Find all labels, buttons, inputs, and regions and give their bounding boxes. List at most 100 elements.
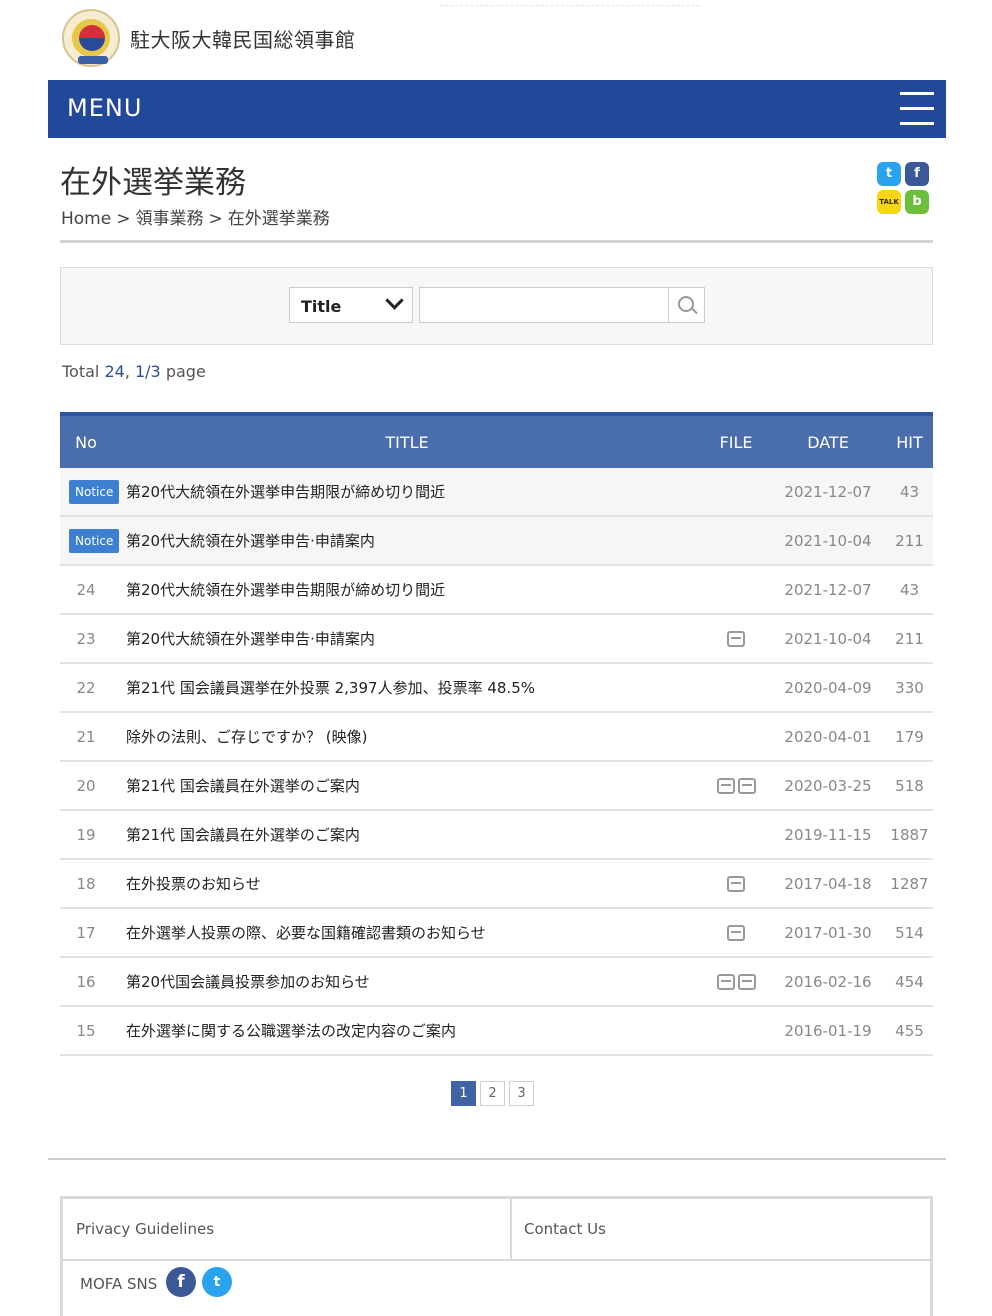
date-cell: 2021-12-07 [784, 580, 872, 599]
top-faint-strip [440, 0, 700, 6]
file-cell [702, 630, 770, 647]
hamburger-menu-icon[interactable] [900, 92, 934, 126]
no-cell: Notice [60, 479, 126, 504]
kakaotalk-icon[interactable]: TALK [877, 190, 901, 214]
hit-cell: 330 [895, 678, 924, 697]
no-cell: 21 [76, 727, 96, 746]
pagination: 123 [451, 1081, 534, 1106]
no-cell: 17 [76, 923, 96, 942]
privacy-link[interactable]: Privacy Guidelines [76, 1220, 214, 1238]
hit-cell: 454 [895, 972, 924, 991]
hit-cell: 455 [895, 1021, 924, 1040]
post-title-link[interactable]: 第21代 国会議員在外選挙のご案内 [112, 775, 702, 796]
post-title-link[interactable]: 在外投票のお知らせ [112, 873, 702, 894]
hit-cell: 1287 [890, 874, 929, 893]
file-icon[interactable] [727, 924, 745, 941]
no-cell: 20 [76, 776, 96, 795]
header-hit: HIT [896, 432, 923, 452]
page-button[interactable]: 3 [509, 1081, 534, 1106]
table-header: No TITLE FILE DATE HIT [60, 412, 933, 468]
post-title-link[interactable]: 第20代大統領在外選挙申告期限が締め切り間近 [126, 481, 702, 502]
no-cell: 23 [76, 629, 96, 648]
post-title-link[interactable]: 第21代 国会議員選挙在外投票 2,397人参加、投票率 48.5% [112, 677, 702, 698]
post-title-link[interactable]: 第21代 国会議員在外選挙のご案内 [112, 824, 702, 845]
title-divider [60, 240, 933, 243]
twitter-icon[interactable]: t [877, 162, 901, 186]
sns-label: MOFA SNS [80, 1275, 158, 1293]
date-cell: 2021-12-07 [784, 482, 872, 501]
header-title: TITLE [385, 432, 429, 452]
file-icon[interactable] [727, 630, 745, 647]
no-cell: Notice [60, 528, 126, 553]
no-cell: 18 [76, 874, 96, 893]
select-value: Title [301, 297, 342, 316]
kakaostory-icon[interactable]: b [905, 190, 929, 214]
facebook-icon[interactable]: f [905, 162, 929, 186]
table-row[interactable]: 15 在外選挙に関する公職選挙法の改定内容のご案内 2016-01-19 455 [60, 1007, 933, 1056]
breadcrumb: Home > 領事業務 > 在外選挙業務 [61, 204, 335, 229]
notice-row[interactable]: Notice 第20代大統領在外選挙申告期限が締め切り間近 2021-12-07 43 [60, 468, 933, 517]
contact-link[interactable]: Contact Us [524, 1220, 606, 1238]
post-title-link[interactable]: 在外選挙人投票の際、必要な国籍確認書類のお知らせ [112, 922, 702, 943]
post-title-link[interactable]: 在外選挙に関する公職選挙法の改定内容のご案内 [112, 1020, 702, 1041]
notice-badge: Notice [69, 528, 120, 553]
page-title: 在外選挙業務 [60, 165, 246, 201]
korea-emblem-icon [62, 9, 120, 67]
table-row[interactable]: 19 第21代 国会議員在外選挙のご案内 2019-11-15 1887 [60, 811, 933, 860]
table-row[interactable]: 24 第20代大統領在外選挙申告期限が締め切り間近 2021-12-07 43 [60, 566, 933, 615]
footer-divider [48, 1158, 946, 1160]
header-file: FILE [719, 432, 753, 452]
notice-row[interactable]: Notice 第20代大統領在外選挙申告·申請案内 2021-10-04 211 [60, 517, 933, 566]
date-cell: 2020-04-09 [784, 678, 872, 697]
search-button[interactable] [668, 287, 705, 323]
post-title-link[interactable]: 第20代国会議員投票参加のお知らせ [112, 971, 702, 992]
search-panel: Title [60, 267, 933, 345]
no-cell: 24 [76, 580, 96, 599]
file-icon[interactable] [737, 777, 756, 794]
table-row[interactable]: 17 在外選挙人投票の際、必要な国籍確認書類のお知らせ 2017-01-30 514 [60, 909, 933, 958]
hit-cell: 514 [895, 923, 924, 942]
file-icon[interactable] [716, 973, 735, 990]
file-icon[interactable] [737, 973, 756, 990]
date-cell: 2017-01-30 [784, 923, 872, 942]
table-row[interactable]: 18 在外投票のお知らせ 2017-04-18 1287 [60, 860, 933, 909]
table-row[interactable]: 22 第21代 国会議員選挙在外投票 2,397人参加、投票率 48.5% 2020… [60, 664, 933, 713]
no-cell: 19 [76, 825, 96, 844]
date-cell: 2016-02-16 [784, 972, 872, 991]
site-logo-link[interactable]: 駐大阪大韓民国総領事館 [62, 8, 356, 68]
header-date: DATE [807, 432, 849, 452]
menu-bar[interactable]: MENU [48, 80, 946, 138]
search-field-select[interactable]: Title [289, 287, 413, 323]
table-row[interactable]: 20 第21代 国会議員在外選挙のご案内 2020-03-25 518 [60, 762, 933, 811]
share-buttons: t f TALK b [877, 162, 933, 214]
menu-label: MENU [67, 94, 143, 122]
page-button[interactable]: 1 [451, 1081, 476, 1106]
file-cell [702, 875, 770, 892]
hit-cell: 518 [895, 776, 924, 795]
post-title-link[interactable]: 第20代大統領在外選挙申告·申請案内 [112, 628, 702, 649]
table-row[interactable]: 16 第20代国会議員投票参加のお知らせ 2016-02-16 454 [60, 958, 933, 1007]
post-title-link[interactable]: 第20代大統領在外選挙申告·申請案内 [126, 530, 702, 551]
file-cell [702, 973, 770, 990]
date-cell: 2021-10-04 [784, 531, 872, 550]
hit-cell: 211 [895, 629, 924, 648]
file-icon[interactable] [716, 777, 735, 794]
date-cell: 2020-04-01 [784, 727, 872, 746]
table-row[interactable]: 21 除外の法則、ご存じですか？ (映像) 2020-04-01 179 [60, 713, 933, 762]
breadcrumb-consular[interactable]: 領事業務 [135, 209, 203, 229]
table-row[interactable]: 23 第20代大統領在外選挙申告·申請案内 2021-10-04 211 [60, 615, 933, 664]
file-icon[interactable] [727, 875, 745, 892]
no-cell: 16 [76, 972, 96, 991]
facebook-icon[interactable]: f [166, 1267, 196, 1297]
breadcrumb-home[interactable]: Home [61, 209, 111, 229]
search-input[interactable] [419, 287, 669, 323]
no-cell: 22 [76, 678, 96, 697]
post-title-link[interactable]: 第20代大統領在外選挙申告期限が締め切り間近 [112, 579, 702, 600]
page-button[interactable]: 2 [480, 1081, 505, 1106]
twitter-icon[interactable]: t [202, 1267, 232, 1297]
breadcrumb-separator: > [116, 209, 131, 229]
post-title-link[interactable]: 除外の法則、ご存じですか？ (映像) [112, 726, 702, 747]
hit-cell: 43 [899, 580, 920, 599]
date-cell: 2021-10-04 [784, 629, 872, 648]
breadcrumb-current: 在外選挙業務 [227, 209, 330, 229]
